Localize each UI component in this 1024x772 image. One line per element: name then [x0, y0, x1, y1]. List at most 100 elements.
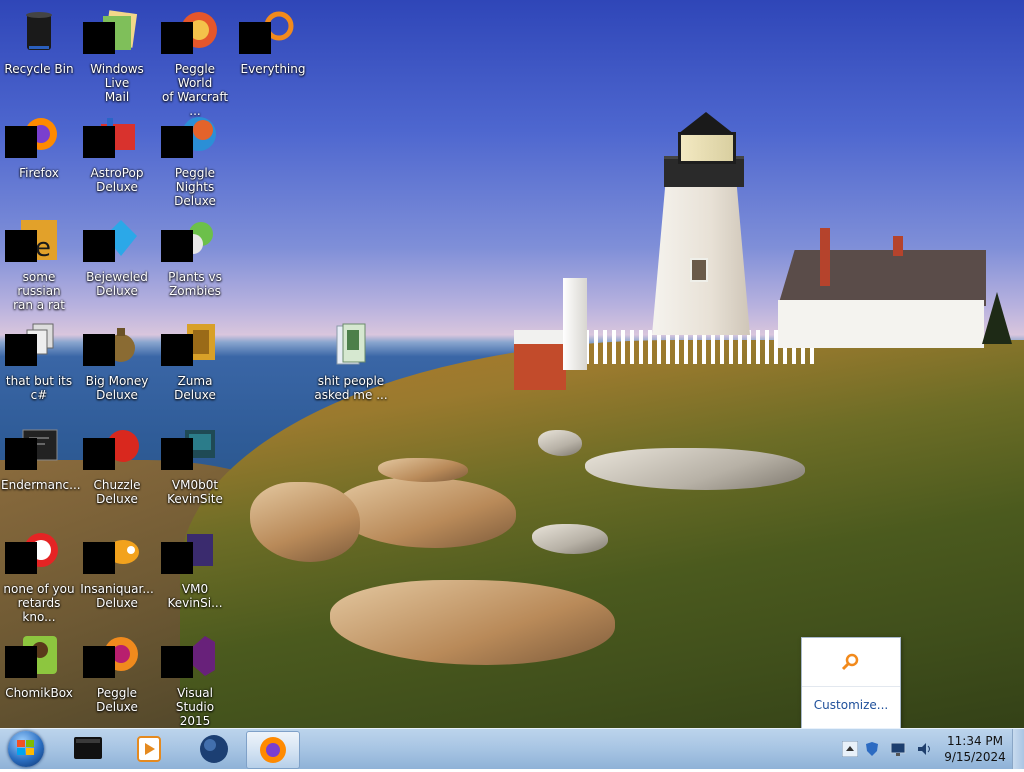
redaction-box [83, 126, 115, 158]
wallpaper-lighthouse-lamp [678, 132, 736, 164]
desktop-icon-some-russian-ran-a-rat[interactable]: e some russian ran a rat [0, 212, 78, 312]
wallpaper-rock [538, 430, 582, 456]
peggle-icon [83, 632, 141, 680]
wallpaper-tree [982, 292, 1012, 344]
icon-label: that but its c# [5, 374, 73, 402]
redaction-box [83, 646, 115, 678]
desktop-icon-big-money-deluxe[interactable]: Big Money Deluxe [78, 316, 156, 416]
icon-label: ChomikBox [5, 686, 73, 700]
taskbar: 11:34 PM 9/15/2024 [0, 728, 1024, 769]
desktop-icon-plants-vs-zombies[interactable]: Plants vs Zombies [156, 212, 234, 312]
file-stack-icon [5, 320, 63, 368]
icon-label: Visual Studio 2015 [175, 686, 215, 728]
chomikbox-icon [5, 632, 63, 680]
desktop-icon-windows-live-mail[interactable]: Windows Live Mail [78, 4, 156, 104]
desktop-icon-vm0-kevinsite[interactable]: VM0 KevinSi... [156, 524, 234, 624]
redaction-box [239, 22, 271, 54]
fish-icon [83, 528, 141, 576]
clock-date: 9/15/2024 [944, 750, 1006, 764]
taskbar-clock[interactable]: 11:34 PM 9/15/2024 [940, 733, 1010, 765]
desktop-icon-folder-shit-people-asked-me[interactable]: shit people asked me ... [312, 316, 390, 416]
visual-studio-icon [161, 632, 219, 680]
popup-divider [802, 686, 900, 687]
redaction-box [83, 542, 115, 574]
redaction-box [83, 22, 115, 54]
redaction-box [5, 230, 37, 262]
firefox-icon [5, 112, 63, 160]
tray-security-icon[interactable] [864, 741, 880, 757]
taskbar-app-firefox[interactable] [246, 731, 300, 769]
desktop-wallpaper[interactable]: Recycle Bin Firefox e some russian ran a … [0, 0, 1024, 728]
chevron-up-icon [841, 740, 859, 758]
money-bag-icon [83, 320, 141, 368]
tray-volume-icon[interactable] [916, 741, 932, 757]
plant-icon [161, 216, 219, 264]
desktop-icon-none-of-you[interactable]: none of you retards kno... [0, 524, 78, 624]
icon-label: VM0 KevinSi... [167, 582, 223, 610]
windows-logo-icon [17, 740, 34, 755]
icon-label: Big Money Deluxe [85, 374, 149, 402]
start-button[interactable] [4, 730, 48, 768]
redaction-box [83, 334, 115, 366]
desktop-icon-zuma-deluxe[interactable]: Zuma Deluxe [156, 316, 234, 416]
taskbar-app-globe[interactable] [188, 731, 240, 767]
wallpaper-chimney [893, 236, 903, 256]
redaction-box [161, 438, 193, 470]
icon-label: Windows Live Mail [90, 62, 144, 104]
redaction-box [5, 438, 37, 470]
shield-icon [866, 742, 878, 756]
notification-overflow-popup: Customize... [801, 637, 901, 728]
zuma-icon [161, 320, 219, 368]
wallpaper-lighthouse-cap [678, 112, 734, 134]
speaker-icon [918, 743, 930, 755]
desktop-icon-endermanc[interactable]: Endermanc... [0, 420, 81, 520]
wallpaper-chimney [820, 228, 830, 286]
icon-label: Everything [240, 62, 306, 76]
terminal-icon [5, 424, 63, 472]
redaction-box [161, 230, 193, 262]
firefox-icon [260, 737, 286, 763]
chuzzle-icon [83, 424, 141, 472]
desktop-icon-firefox[interactable]: Firefox [0, 108, 78, 208]
desktop-icon-that-but-its-csharp[interactable]: that but its c# [0, 316, 78, 416]
desktop-icon-astropop-deluxe[interactable]: AstroPop Deluxe [78, 108, 156, 208]
desktop-icon-peggle-world-of-warcraft[interactable]: Peggle World of Warcraft ... [156, 4, 234, 118]
desktop-icon-insaniquarium-deluxe[interactable]: Insaniquar... Deluxe [78, 524, 156, 624]
desktop-icon-peggle-nights-deluxe[interactable]: Peggle Nights Deluxe [156, 108, 234, 208]
show-desktop-button[interactable] [1012, 729, 1024, 769]
desktop-icon-chomikbox[interactable]: ChomikBox [0, 628, 78, 728]
icon-label: AstroPop Deluxe [90, 166, 144, 194]
desktop-icon-bejeweled-deluxe[interactable]: Bejeweled Deluxe [78, 212, 156, 312]
desktop-icon-chuzzle-deluxe[interactable]: Chuzzle Deluxe [78, 420, 156, 520]
desktop-icon-peggle-deluxe[interactable]: Peggle Deluxe [78, 628, 156, 728]
wallpaper-lighthouse-window [690, 258, 708, 282]
icon-label: Endermanc... [1, 478, 81, 492]
customize-link[interactable]: Customize... [802, 698, 900, 712]
icon-label: some russian ran a rat [13, 270, 65, 312]
mail-icon [83, 8, 141, 56]
icon-label: none of you retards kno... [3, 582, 75, 624]
taskbar-app-media-player[interactable] [122, 731, 174, 767]
desktop-icon-vm0b0t-kevinsite[interactable]: VM0b0t KevinSite [156, 420, 234, 520]
redaction-box [5, 126, 37, 158]
redaction-box [161, 542, 193, 574]
opera-icon [5, 528, 63, 576]
everything-search-icon [239, 8, 297, 56]
svg-text:e: e [35, 233, 51, 263]
redaction-box [83, 438, 115, 470]
wallpaper-shed [514, 330, 566, 390]
clock-time: 11:34 PM [947, 734, 1003, 748]
terminal-icon [74, 737, 102, 759]
tray-network-icon[interactable] [890, 741, 906, 757]
redaction-box [161, 22, 193, 54]
redaction-box [161, 126, 193, 158]
icon-label: Bejeweled Deluxe [86, 270, 148, 298]
show-hidden-icons-button[interactable] [841, 740, 859, 758]
icon-label: Chuzzle Deluxe [93, 478, 141, 506]
desktop-icon-everything[interactable]: Everything [234, 4, 312, 104]
desktop-icon-visual-studio-2015[interactable]: Visual Studio 2015 [156, 628, 234, 728]
taskbar-app-cmd[interactable] [62, 731, 114, 767]
desktop-icon-recycle-bin[interactable]: Recycle Bin [0, 4, 78, 104]
everything-search-icon[interactable] [840, 652, 860, 672]
icon-label: Peggle Deluxe [96, 686, 138, 714]
